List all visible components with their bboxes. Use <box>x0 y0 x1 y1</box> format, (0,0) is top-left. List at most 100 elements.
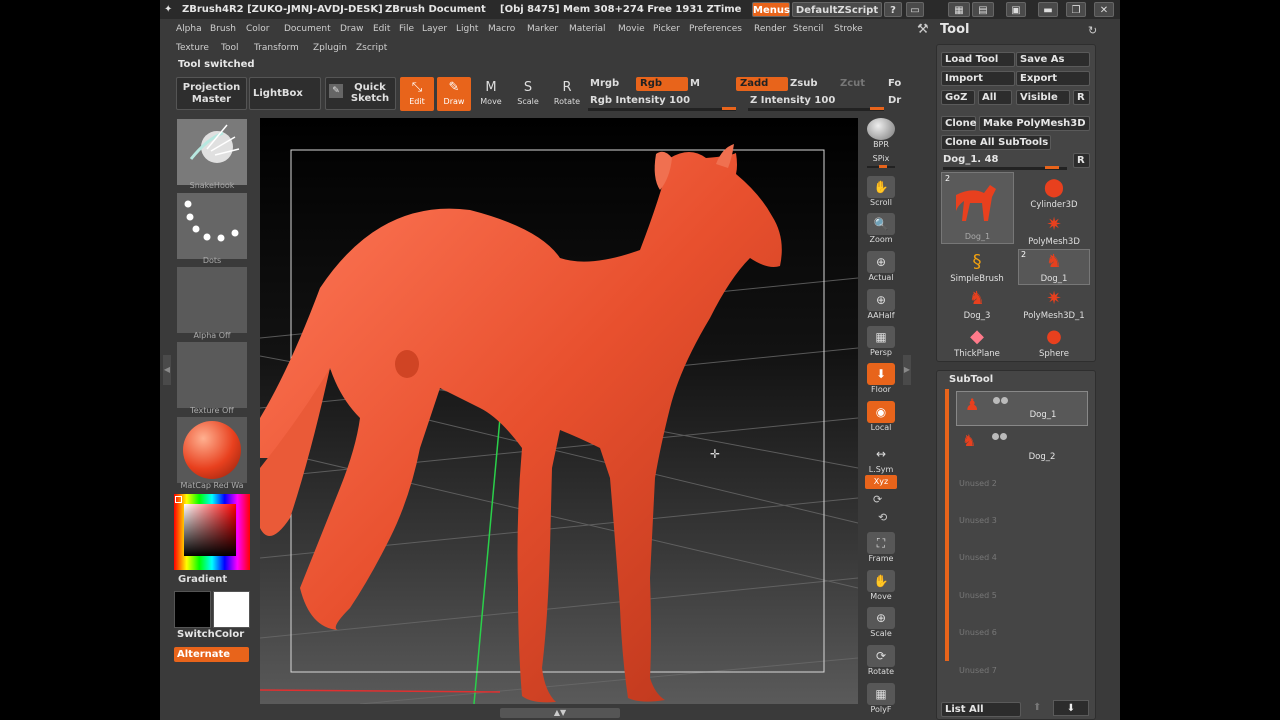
import-button[interactable]: Import <box>941 71 1015 86</box>
menu-movie[interactable]: Movie <box>618 24 645 34</box>
close-icon[interactable]: ✕ <box>1094 2 1114 17</box>
projection-master-button[interactable]: Projection Master <box>176 77 247 110</box>
focal-shift-slider-label[interactable]: Fo <box>884 77 905 91</box>
tool-slider-label[interactable]: Dog_1. 48 <box>943 154 998 165</box>
arrow-down-icon[interactable]: ⬇ <box>1053 700 1089 716</box>
switch-color-button[interactable]: SwitchColor <box>174 629 251 643</box>
texture-thumbnail[interactable] <box>176 341 248 409</box>
subtool-dog1-visibility-icon[interactable] <box>993 397 1000 404</box>
menu-alpha[interactable]: Alpha <box>176 24 202 34</box>
subtool-dog-1[interactable]: ♟ Dog_1 <box>956 391 1088 426</box>
menus-button[interactable]: Menus <box>752 2 790 17</box>
menu-zplugin[interactable]: Zplugin <box>313 43 347 53</box>
aahalf-button[interactable]: ⊕ AAHalf <box>865 289 897 323</box>
polyf-button[interactable]: ▦ PolyF <box>865 683 897 717</box>
z-intensity-slider[interactable] <box>748 108 884 111</box>
menu-marker[interactable]: Marker <box>527 24 558 34</box>
menu-tool[interactable]: Tool <box>221 43 238 53</box>
menu-picker[interactable]: Picker <box>653 24 680 34</box>
lock-icon[interactable]: ▣ <box>1006 2 1026 17</box>
subtool-dog1-polypaint-icon[interactable] <box>1001 397 1008 404</box>
zoom-button[interactable]: 🔍 Zoom <box>865 213 897 247</box>
document-canvas[interactable]: ✛ <box>260 118 858 704</box>
maximize-icon[interactable]: ❐ <box>1066 2 1086 17</box>
export-button[interactable]: Export <box>1016 71 1090 86</box>
tool-slider-handle[interactable] <box>1045 166 1059 169</box>
tool-cylinder3d[interactable]: ⬤ Cylinder3D <box>1018 176 1090 212</box>
material-thumbnail[interactable] <box>176 416 248 484</box>
menu-brush[interactable]: Brush <box>210 24 236 34</box>
list-all-button[interactable]: List All <box>941 702 1021 717</box>
gradient-label[interactable]: Gradient <box>178 574 227 585</box>
stroke-thumbnail[interactable] <box>176 192 248 260</box>
tool-r-button[interactable]: R <box>1073 153 1090 168</box>
menu-light[interactable]: Light <box>456 24 478 34</box>
edit-button[interactable]: ⤡ Edit <box>400 77 434 111</box>
menu-macro[interactable]: Macro <box>488 24 515 34</box>
secondary-color-swatch[interactable] <box>213 591 250 628</box>
menu-texture[interactable]: Texture <box>176 43 209 53</box>
goz-r-button[interactable]: R <box>1073 90 1090 105</box>
menu-zscript[interactable]: Zscript <box>356 43 387 53</box>
menu-preferences[interactable]: Preferences <box>689 24 742 34</box>
floor-button[interactable]: ⬇ Floor <box>865 363 897 397</box>
alpha-thumbnail[interactable] <box>176 266 248 334</box>
alternate-button[interactable]: Alternate <box>174 647 249 662</box>
tool-sphere[interactable]: ● Sphere <box>1018 325 1090 361</box>
rotate-y-icon[interactable]: ⟳ <box>873 493 882 506</box>
canvas-scroll-handle[interactable]: ▲▼ <box>500 708 620 718</box>
frame-button[interactable]: ⛶ Frame <box>865 532 897 566</box>
scale-view-button[interactable]: ⊕ Scale <box>865 607 897 641</box>
spix-slider[interactable]: SPix <box>865 154 897 170</box>
move-view-button[interactable]: ✋ Move <box>865 570 897 604</box>
m-button[interactable]: M <box>686 77 704 91</box>
tool-polymesh3d[interactable]: ✷ PolyMesh3D <box>1018 213 1090 249</box>
menu-draw[interactable]: Draw <box>340 24 364 34</box>
goz-all-button[interactable]: All <box>978 90 1012 105</box>
rgb-intensity-slider[interactable] <box>588 108 736 111</box>
subtool-dog-2[interactable]: ♞ Dog_2 <box>956 428 1088 463</box>
actual-button[interactable]: ⊕ Actual <box>865 251 897 285</box>
menu-document[interactable]: Document <box>284 24 331 34</box>
menu-stroke[interactable]: Stroke <box>834 24 863 34</box>
menu-material[interactable]: Material <box>569 24 606 34</box>
layout-icon[interactable]: ▭ <box>906 2 924 17</box>
draw-size-slider-label[interactable]: Dr <box>884 94 905 108</box>
scale-button[interactable]: S Scale <box>511 77 545 111</box>
zsub-button[interactable]: Zsub <box>786 77 821 91</box>
subtool-title[interactable]: SubTool <box>949 374 993 385</box>
menu-color[interactable]: Color <box>246 24 270 34</box>
arrow-up-icon[interactable]: ⬆ <box>1033 702 1041 713</box>
rgb-button[interactable]: Rgb <box>636 77 688 91</box>
load-tool-button[interactable]: Load Tool <box>941 52 1015 67</box>
zadd-button[interactable]: Zadd <box>736 77 788 91</box>
left-tray-toggle[interactable]: ◀ <box>163 355 171 385</box>
ui-layout-2-icon[interactable]: ▤ <box>972 2 994 17</box>
minimize-icon[interactable]: ▬ <box>1038 2 1058 17</box>
rgb-intensity-handle[interactable] <box>722 107 736 110</box>
subtool-dog2-visibility-icon[interactable] <box>992 433 999 440</box>
tool-dog-3[interactable]: ♞ Dog_3 <box>941 287 1013 323</box>
make-polymesh3d-button[interactable]: Make PolyMesh3D <box>979 116 1090 131</box>
current-tool-thumbnail[interactable]: 2 Dog_1 <box>941 172 1014 244</box>
color-saturation-square[interactable] <box>184 504 236 556</box>
subtool-dog2-polypaint-icon[interactable] <box>1000 433 1007 440</box>
panel-reset-icon[interactable]: ↻ <box>1088 24 1097 37</box>
save-as-button[interactable]: Save As <box>1016 52 1090 67</box>
zcut-button[interactable]: Zcut <box>836 77 869 91</box>
brush-thumbnail[interactable] <box>176 118 248 186</box>
lightbox-button[interactable]: LightBox <box>249 77 321 110</box>
default-zscript-button[interactable]: DefaultZScript <box>792 2 882 17</box>
rgb-intensity-label[interactable]: Rgb Intensity 100 <box>586 94 694 108</box>
mrgb-button[interactable]: Mrgb <box>586 77 623 91</box>
help-icon[interactable]: ? <box>884 2 902 17</box>
goz-visible-button[interactable]: Visible <box>1016 90 1070 105</box>
rotate-z-icon[interactable]: ⟲ <box>878 511 887 524</box>
lsym-button[interactable]: ↔ L.Sym <box>865 443 897 477</box>
ui-layout-icon[interactable]: ▦ <box>948 2 970 17</box>
tool-simplebrush[interactable]: § SimpleBrush <box>941 250 1013 286</box>
subtool-scrollbar[interactable] <box>945 389 949 661</box>
z-intensity-handle[interactable] <box>870 107 884 110</box>
scroll-button[interactable]: ✋ Scroll <box>865 176 897 210</box>
draw-button[interactable]: ✎ Draw <box>437 77 471 111</box>
